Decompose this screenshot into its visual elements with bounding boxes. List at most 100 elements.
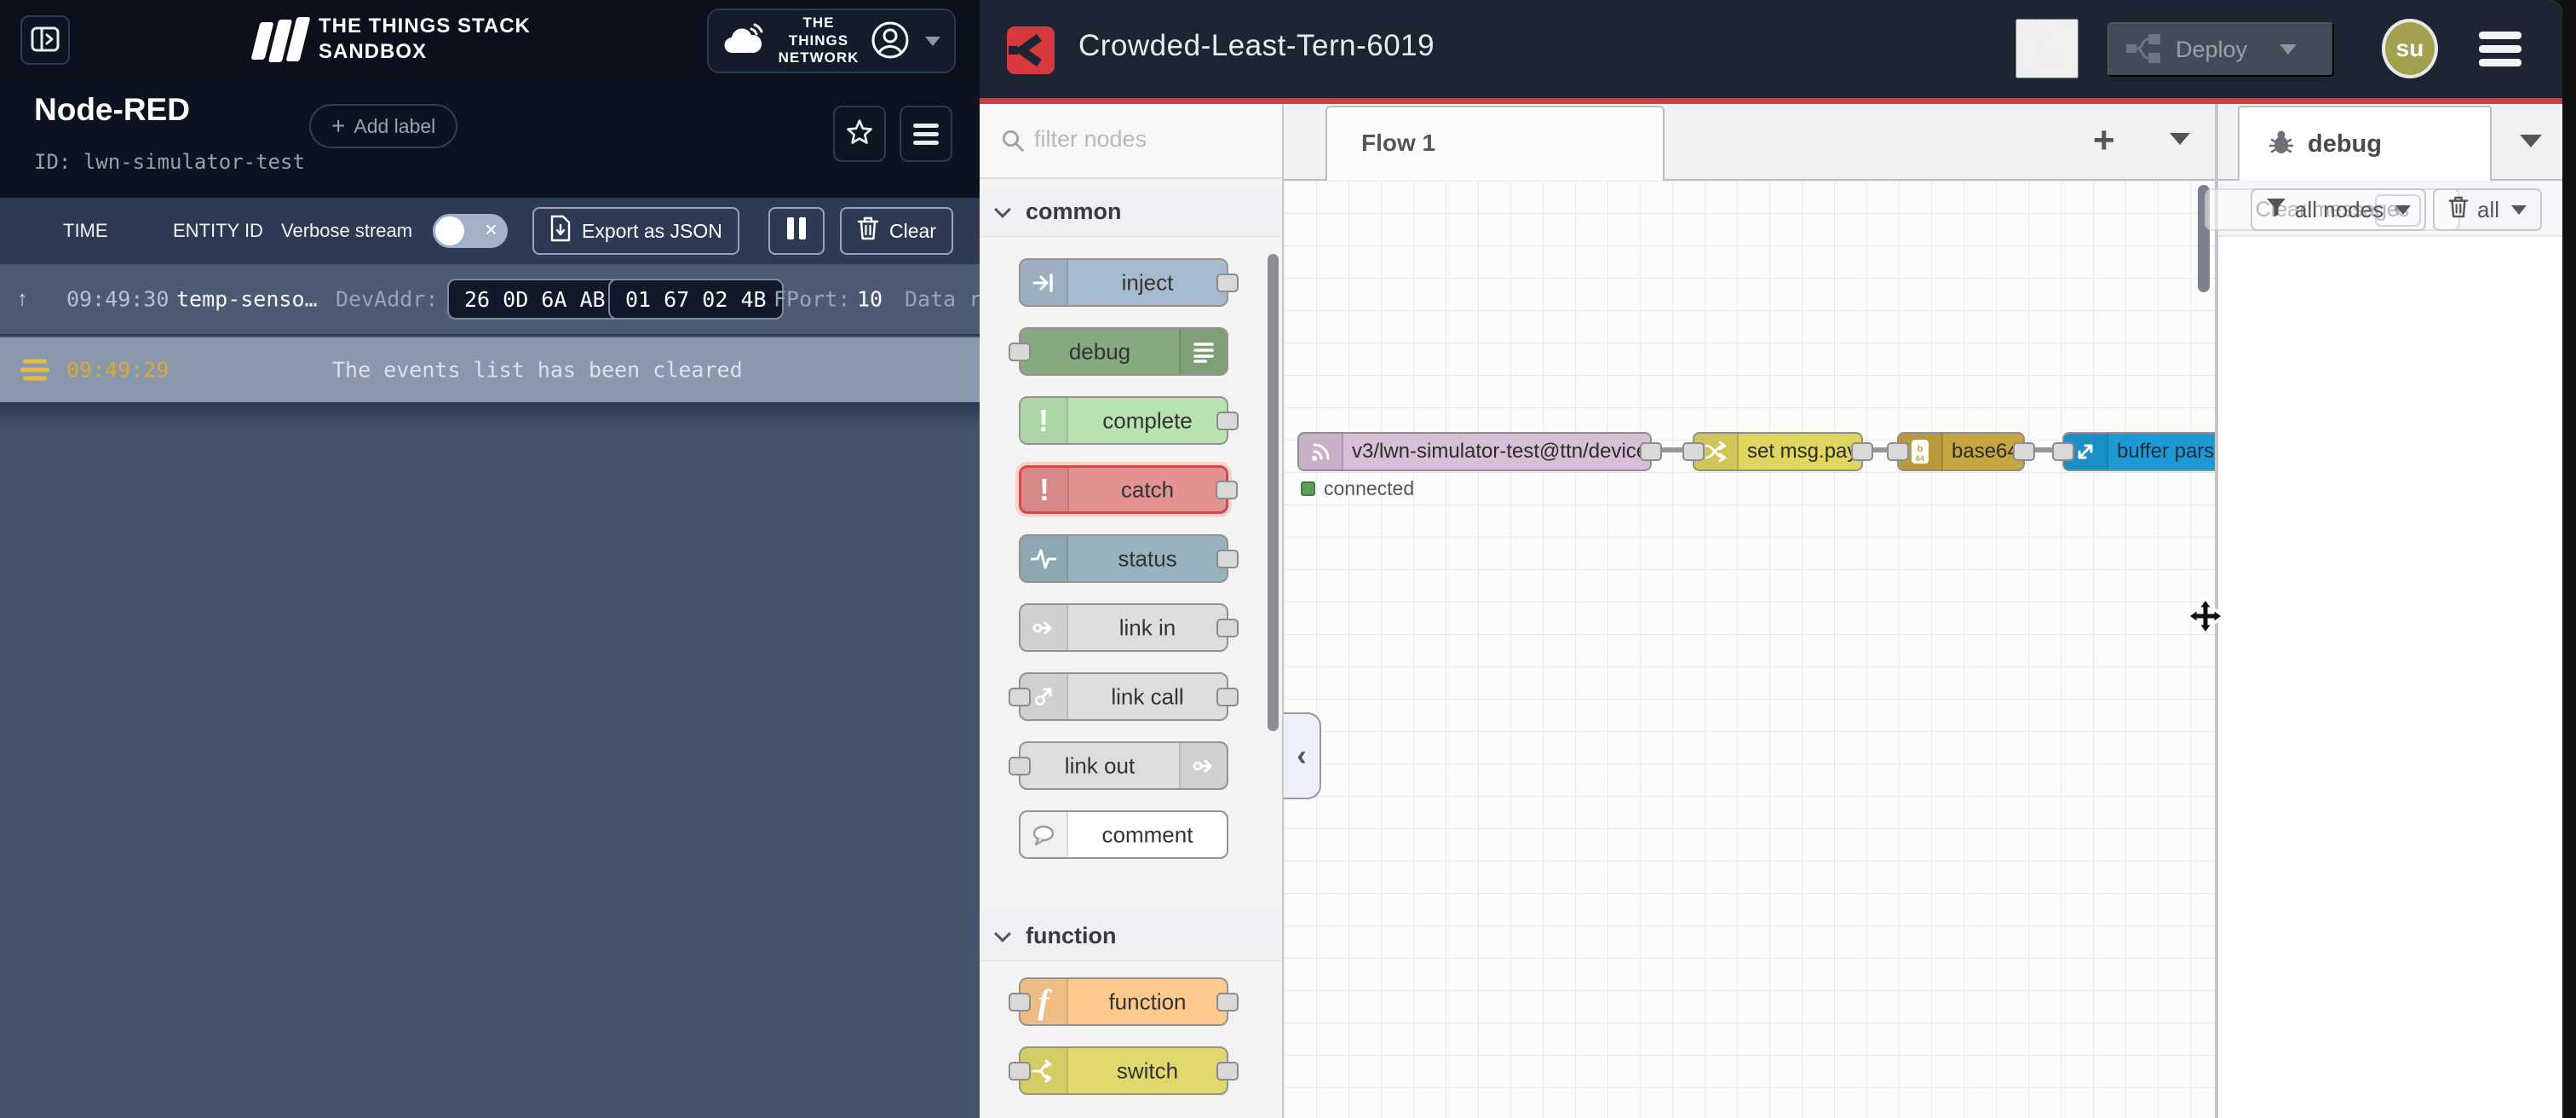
- node-input-port[interactable]: [1009, 688, 1031, 706]
- node-palette: filter nodes common inject debug: [980, 104, 1284, 1118]
- flow-node-buffer-parser[interactable]: buffer parser: [2062, 432, 2215, 471]
- palette-node-link-call[interactable]: link call: [1019, 672, 1228, 721]
- node-output-port[interactable]: [2013, 442, 2035, 461]
- sidebar-options-caret-icon[interactable]: [2520, 135, 2542, 147]
- flow-tabbar: Flow 1 +: [1284, 104, 2215, 181]
- event-row-uplink[interactable]: ↑ 09:49:30 temp-senso… DevAddr: 26 0D 6A…: [0, 264, 980, 336]
- flow-node-change[interactable]: set msg.payload: [1693, 432, 1863, 471]
- node-input-port[interactable]: [1009, 993, 1031, 1011]
- debug-messages-panel[interactable]: [2218, 237, 2562, 1118]
- flow-node-base64[interactable]: b64 base64: [1897, 432, 2025, 471]
- palette-category-function[interactable]: function: [980, 912, 1282, 961]
- network-switcher-button[interactable]: THE THINGS NETWORK: [707, 9, 956, 73]
- column-time: TIME: [63, 220, 108, 242]
- palette-node-link-out[interactable]: link out: [1019, 741, 1228, 790]
- debug-filter-button[interactable]: all nodes: [2251, 188, 2426, 231]
- node-input-port[interactable]: [2052, 442, 2074, 461]
- event-entity-id: temp-senso…: [176, 287, 318, 312]
- nodered-logo-icon: [1007, 26, 1055, 78]
- palette-node-function[interactable]: f function: [1019, 977, 1228, 1026]
- verbose-stream-toggle[interactable]: ×: [433, 214, 508, 248]
- palette-collapse-handle[interactable]: ‹: [1284, 712, 1321, 799]
- palette-node-complete[interactable]: ! complete: [1019, 396, 1228, 445]
- flow-canvas[interactable]: ‹ v3/lwn-simulator-test@ttn/devices/+/up: [1284, 181, 2215, 1118]
- close-icon: ×: [485, 216, 497, 243]
- sidebar-toggle-button[interactable]: [20, 15, 70, 65]
- node-output-port[interactable]: [1216, 619, 1239, 637]
- chevron-down-icon: [925, 37, 940, 46]
- node-input-port[interactable]: [1009, 343, 1031, 361]
- chevron-down-icon: [994, 925, 1011, 942]
- node-output-port[interactable]: [1216, 274, 1239, 292]
- palette-scrollbar[interactable]: [1268, 254, 1279, 731]
- caret-down-icon[interactable]: [2280, 44, 2297, 55]
- palette-node-debug[interactable]: debug: [1019, 327, 1228, 376]
- node-output-port[interactable]: [1216, 1062, 1239, 1081]
- node-output-port[interactable]: [1216, 550, 1239, 568]
- ai-assistant-button[interactable]: AI: [2015, 19, 2079, 78]
- sparkle-icon: [2019, 19, 2048, 48]
- network-line1: THE THINGS: [789, 14, 848, 48]
- palette-search[interactable]: filter nodes: [980, 104, 1282, 179]
- account-avatar-icon: [871, 20, 910, 62]
- desktop-edge: [2562, 0, 2576, 1118]
- node-output-port[interactable]: [1851, 442, 1873, 461]
- pause-stream-button[interactable]: [768, 207, 825, 255]
- flow-node-mqtt-in[interactable]: v3/lwn-simulator-test@ttn/devices/+/up: [1297, 432, 1652, 471]
- tab-debug[interactable]: debug: [2238, 106, 2492, 181]
- node-input-port[interactable]: [1009, 1062, 1031, 1081]
- node-output-port[interactable]: [1216, 993, 1239, 1011]
- bookmark-button[interactable]: [833, 106, 886, 162]
- column-entity-id: ENTITY ID: [173, 220, 263, 242]
- debug-sidebar: debug Clear messages ▾ all nodes: [2218, 104, 2562, 1118]
- event-row-cleared[interactable]: 09:49:29 The events list has been cleare…: [0, 337, 980, 402]
- event-extra-text: Data r: [905, 287, 980, 312]
- palette-node-inject[interactable]: inject: [1019, 258, 1228, 307]
- tts-topbar: THE THINGS STACK SANDBOX THE THINGS NETW…: [0, 0, 980, 82]
- node-input-port[interactable]: [1682, 442, 1705, 461]
- hamburger-icon: [913, 119, 939, 149]
- network-line2: NETWORK: [779, 49, 860, 66]
- brand-line2: SANDBOX: [319, 40, 427, 63]
- palette-node-catch[interactable]: ! catch: [1019, 465, 1228, 514]
- tts-console-window: THE THINGS STACK SANDBOX THE THINGS NETW…: [0, 0, 980, 1118]
- node-output-port[interactable]: [1216, 688, 1239, 706]
- pause-icon: [785, 217, 808, 245]
- export-json-button[interactable]: Export as JSON: [532, 207, 739, 255]
- user-avatar[interactable]: su: [2382, 19, 2438, 78]
- events-toolbar: TIME ENTITY ID Verbose stream × Export a…: [0, 198, 980, 264]
- panel-left-icon: [31, 26, 60, 55]
- star-icon: [844, 118, 875, 151]
- node-input-port[interactable]: [1887, 442, 1909, 461]
- devaddr-label: DevAddr:: [336, 287, 438, 312]
- node-output-port[interactable]: [1640, 442, 1662, 461]
- trash-icon: [2448, 195, 2469, 225]
- status-dot-icon: [1301, 481, 1315, 496]
- palette-node-link-in[interactable]: link in: [1019, 603, 1228, 652]
- flow-project-title: Crowded-Least-Tern-6019: [1078, 29, 1435, 63]
- flow-list-caret-icon[interactable]: [2170, 133, 2190, 145]
- search-icon: [1000, 128, 1026, 153]
- toggle-knob: [435, 216, 464, 245]
- clear-events-button[interactable]: Clear: [840, 207, 953, 255]
- trash-icon: [857, 216, 879, 246]
- chevron-left-icon: ‹: [1297, 740, 1306, 773]
- main-menu-button[interactable]: [2479, 26, 2521, 72]
- add-label-button[interactable]: + Add label: [309, 104, 457, 148]
- palette-node-comment[interactable]: comment: [1019, 810, 1228, 859]
- palette-node-switch[interactable]: switch: [1019, 1046, 1228, 1095]
- uplink-arrow-icon: ↑: [17, 287, 28, 312]
- palette-category-common[interactable]: common: [980, 187, 1282, 237]
- funnel-icon: [2266, 197, 2286, 223]
- node-input-port[interactable]: [1009, 757, 1031, 775]
- devaddr-badge[interactable]: 01 67 02 4B: [608, 279, 784, 320]
- deploy-button[interactable]: Deploy: [2107, 22, 2334, 77]
- palette-node-status[interactable]: status: [1019, 534, 1228, 583]
- debug-clear-button[interactable]: all: [2433, 188, 2542, 231]
- devaddr-badge[interactable]: 26 0D 6A AB: [447, 279, 623, 320]
- tab-flow-1[interactable]: Flow 1: [1325, 106, 1665, 181]
- add-flow-button[interactable]: +: [2093, 119, 2115, 162]
- node-output-port[interactable]: [1216, 481, 1238, 499]
- more-menu-button[interactable]: [900, 106, 952, 162]
- node-output-port[interactable]: [1216, 412, 1239, 430]
